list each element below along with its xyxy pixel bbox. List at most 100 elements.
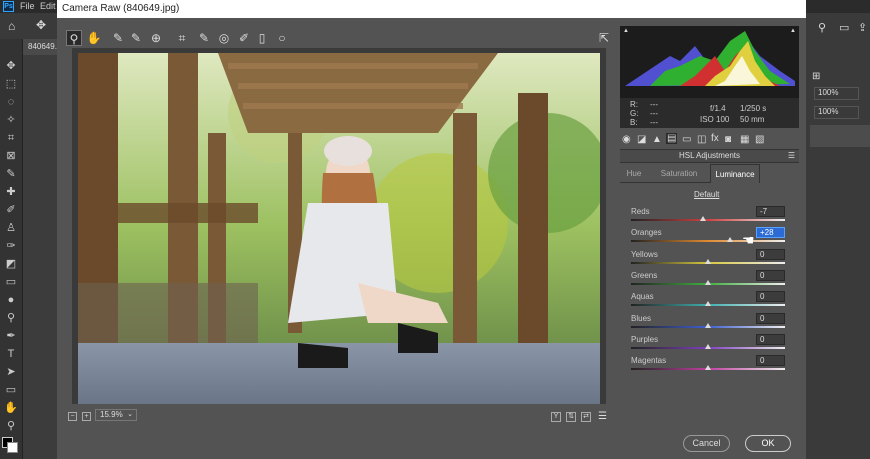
cancel-button[interactable]: Cancel [683,435,730,452]
menu-edit[interactable]: Edit [40,1,56,11]
hsl-icon[interactable]: ▤ [666,133,678,144]
shape-tool-icon[interactable]: ▭ [4,383,18,397]
snapshots-icon[interactable]: ▧ [755,134,764,145]
calibration-icon[interactable]: ◙ [725,134,731,145]
magic-wand-icon[interactable]: ✧ [4,113,18,127]
history-brush-icon[interactable]: ✑ [4,239,18,253]
brush-tool-icon[interactable]: ✐ [4,203,18,217]
move-tool-icon[interactable]: ✥ [4,59,18,73]
gradient-tool-icon[interactable]: ▭ [4,275,18,289]
slider-thumb[interactable] [705,301,711,306]
detail-icon[interactable]: ▲ [652,134,662,145]
path-select-icon[interactable]: ➤ [4,365,18,379]
panel-title: HSL Adjustments [678,151,741,160]
slider-thumb[interactable] [705,259,711,264]
zoom-in-button[interactable]: + [82,412,91,421]
document-tab[interactable]: 840649. [22,39,62,55]
histogram: ▲ ▲ [620,26,799,98]
adjustment-brush-icon[interactable]: ✐ [236,30,252,46]
slider-value-field[interactable]: 0 [756,334,785,345]
slider-value-field[interactable]: 0 [756,355,785,366]
default-link[interactable]: Default [694,190,719,199]
crop-icon[interactable]: ⌗ [174,30,190,46]
split-toning-icon[interactable]: ▭ [682,134,691,145]
target-adjust-icon[interactable]: ⊕ [148,30,164,46]
panel-icon[interactable]: ⊞ [812,71,820,82]
eyedropper-icon[interactable]: ✎ [4,167,18,181]
b-label: B: [630,118,638,127]
white-balance-icon[interactable]: ✎ [110,30,126,46]
blur-tool-icon[interactable]: ● [4,293,18,307]
lasso-tool-icon[interactable]: ◌ [4,95,18,109]
move-icon[interactable]: ✥ [36,18,46,32]
histogram-graph [625,31,795,86]
basic-panel-icon[interactable]: ◉ [622,134,631,145]
panel-icon-row: ◉ ◪ ▲ ▤ ▭ ◫ fx ◙ ▦ ▧ [620,131,799,149]
fill-field[interactable]: 100% [814,106,859,119]
color-sampler-icon[interactable]: ✎ [128,30,144,46]
lens-icon[interactable]: ◫ [697,134,706,145]
presets-icon[interactable]: ▦ [740,134,749,145]
tab-luminance[interactable]: Luminance [710,164,760,183]
hand-tool-icon[interactable]: ✋ [4,401,18,415]
slider-value-field[interactable]: 0 [756,291,785,302]
dodge-tool-icon[interactable]: ⚲ [4,311,18,325]
copy-settings-icon[interactable]: ⇄ [581,412,591,422]
slider-thumb[interactable] [699,216,706,221]
pen-tool-icon[interactable]: ✒ [4,329,18,343]
slider-thumb[interactable] [705,280,711,285]
slider-label: Oranges [631,228,662,237]
stamp-tool-icon[interactable]: ♙ [4,221,18,235]
healing-brush-icon[interactable]: ✚ [4,185,18,199]
workspace-icon[interactable]: ▭ [839,21,849,34]
hand-icon[interactable]: ✋ [86,30,102,46]
fx-icon[interactable]: fx [711,133,719,144]
shadow-clip-icon[interactable]: ▲ [623,28,629,34]
zoom-out-button[interactable]: − [68,412,77,421]
search-icon[interactable]: ⚲ [818,21,826,34]
settings-menu-icon[interactable]: ☰ [598,411,607,422]
home-icon[interactable]: ⌂ [8,19,15,33]
panel-menu-icon[interactable]: ☰ [788,150,795,162]
b-value: --- [650,118,658,127]
share-icon[interactable]: ⇪ [858,21,867,34]
background-color-swatch[interactable] [7,442,18,453]
swap-settings-icon[interactable]: ⇅ [566,412,576,422]
slider-track[interactable] [631,240,785,242]
ok-button[interactable]: OK [745,435,791,452]
radial-filter-icon[interactable]: ○ [274,30,290,46]
slider-thumb[interactable] [705,365,711,370]
tab-saturation[interactable]: Saturation [648,164,710,183]
before-after-y-icon[interactable]: Y [551,412,561,422]
fullscreen-icon[interactable]: ⇱ [596,30,612,46]
type-tool-icon[interactable]: T [4,347,18,361]
slider-track[interactable] [631,219,785,221]
preview-image[interactable] [78,53,600,404]
g-value: --- [650,109,658,118]
opacity-field[interactable]: 100% [814,87,859,100]
crop-tool-icon[interactable]: ⌗ [4,131,18,145]
graduated-filter-icon[interactable]: ▯ [254,30,270,46]
zoom-tool-icon[interactable]: ⚲ [4,419,18,433]
zoom-select[interactable]: 15.9% ⌄ [95,409,137,421]
red-eye-icon[interactable]: ◎ [216,30,232,46]
slider-value-field[interactable]: 0 [756,249,785,260]
highlight-clip-icon[interactable]: ▲ [790,28,796,34]
slider-thumb[interactable] [705,344,711,349]
frame-tool-icon[interactable]: ⊠ [4,149,18,163]
eraser-icon[interactable]: ◩ [4,257,18,271]
slider-value-field[interactable]: -7 [756,206,785,217]
spot-removal-icon[interactable]: ✎ [196,30,212,46]
tab-hue[interactable]: Hue [620,164,648,183]
slider-value-field[interactable]: 0 [756,270,785,281]
slider-value-field[interactable]: 0 [756,313,785,324]
tone-curve-icon[interactable]: ◪ [637,134,646,145]
chevron-down-icon: ⌄ [127,411,133,418]
layer-row[interactable] [810,125,870,147]
slider-thumb[interactable] [705,323,711,328]
slider-value-field[interactable]: +28 [756,227,785,238]
menu-file[interactable]: File [20,1,35,11]
zoom-icon[interactable]: ⚲ [66,30,82,46]
marquee-tool-icon[interactable]: ⬚ [4,77,18,91]
slider-thumb[interactable] [726,237,733,242]
